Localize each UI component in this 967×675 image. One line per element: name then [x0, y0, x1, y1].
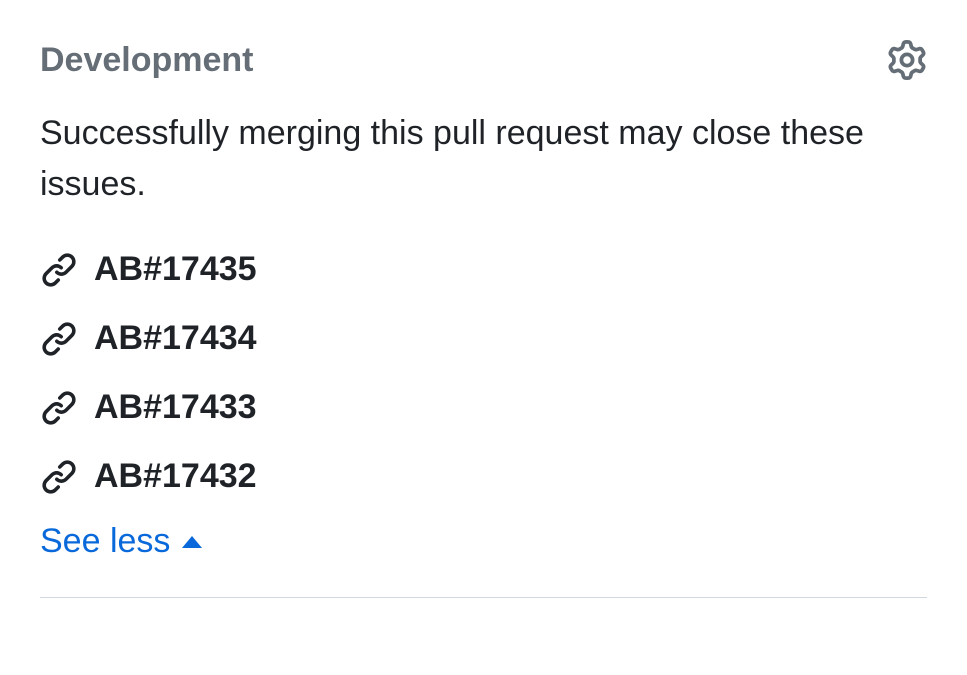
link-icon: [40, 251, 78, 289]
description-text: Successfully merging this pull request m…: [40, 108, 927, 210]
panel-title: Development: [40, 41, 254, 80]
development-panel: Development Successfully merging this pu…: [40, 40, 927, 598]
linked-issue-label: AB#17433: [94, 388, 257, 427]
linked-issue-item[interactable]: AB#17433: [40, 388, 927, 427]
linked-issues-list: AB#17435 AB#17434 AB#17433: [40, 250, 927, 496]
link-icon: [40, 458, 78, 496]
toggle-label: See less: [40, 522, 170, 561]
gear-icon[interactable]: [887, 40, 927, 80]
linked-issue-label: AB#17434: [94, 319, 257, 358]
linked-issue-label: AB#17435: [94, 250, 257, 289]
caret-up-icon: [182, 536, 202, 548]
link-icon: [40, 320, 78, 358]
linked-issue-label: AB#17432: [94, 457, 257, 496]
section-divider: [40, 597, 927, 598]
linked-issue-item[interactable]: AB#17435: [40, 250, 927, 289]
panel-header: Development: [40, 40, 927, 80]
linked-issue-item[interactable]: AB#17434: [40, 319, 927, 358]
link-icon: [40, 389, 78, 427]
see-less-toggle[interactable]: See less: [40, 522, 202, 561]
linked-issue-item[interactable]: AB#17432: [40, 457, 927, 496]
